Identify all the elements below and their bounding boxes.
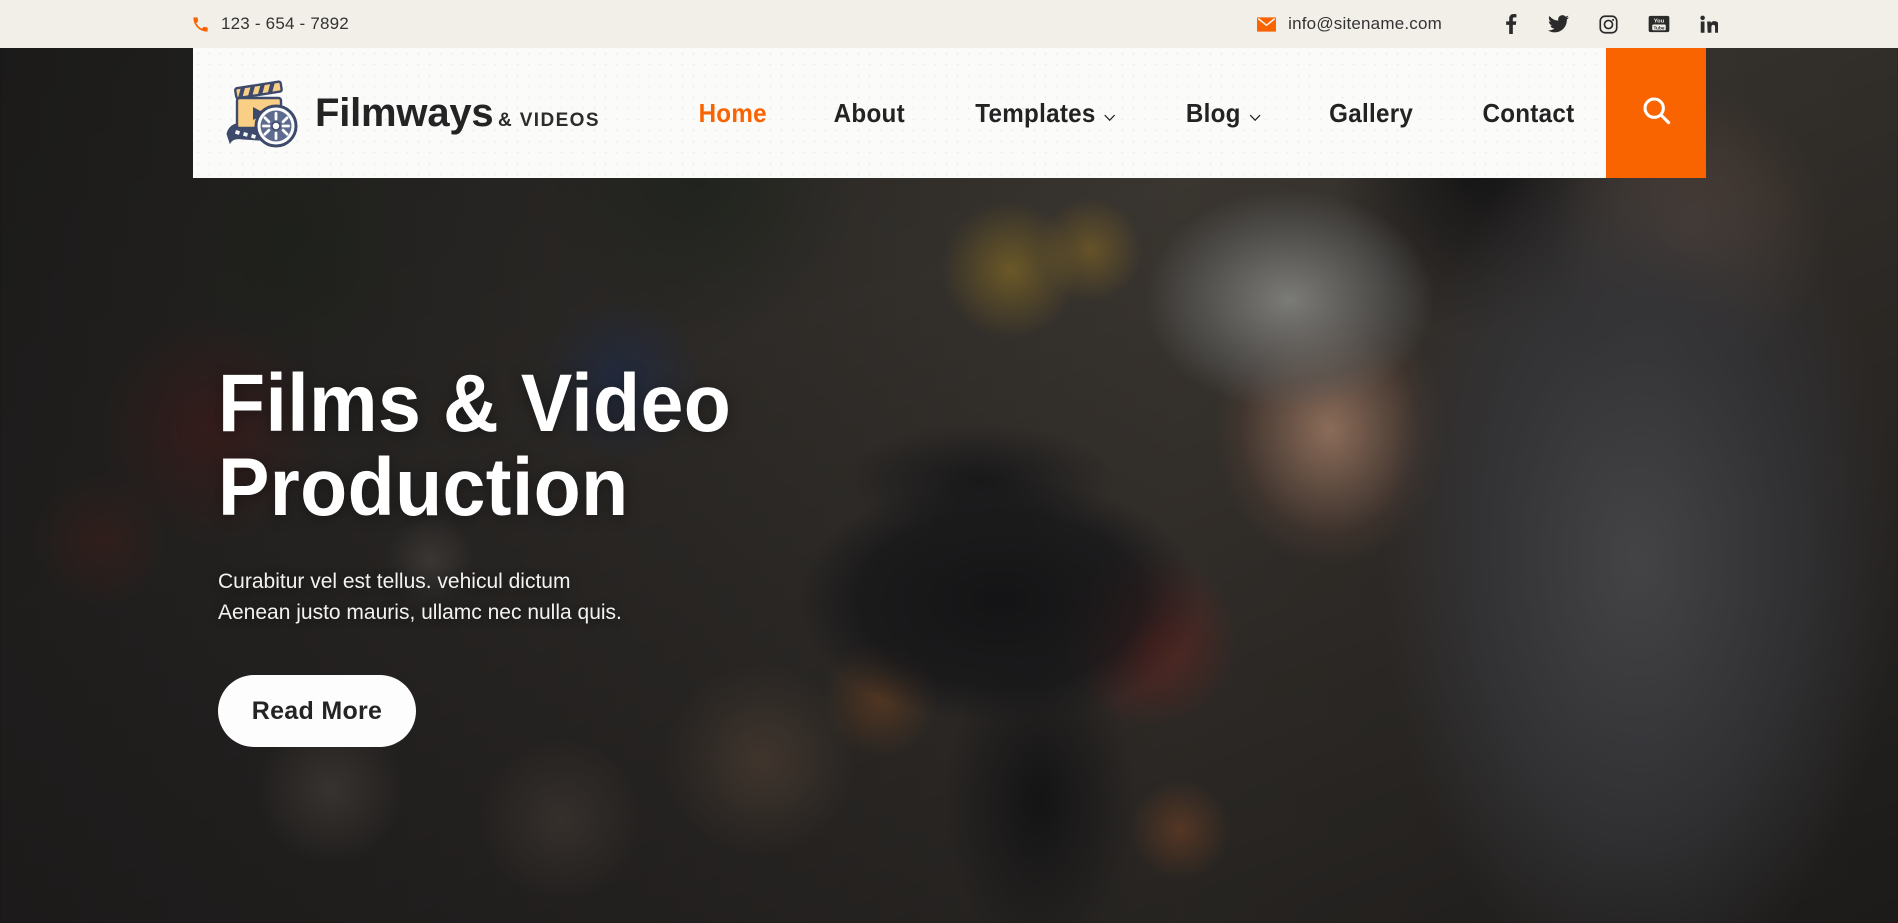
phone-contact[interactable]: 123 - 654 - 7892 (192, 14, 349, 34)
nav-item-contact[interactable]: Contact (1482, 98, 1574, 129)
phone-icon (192, 16, 209, 33)
nav-item-home[interactable]: Home (699, 98, 767, 129)
chevron-down-icon (1104, 98, 1116, 129)
linkedin-icon[interactable] (1700, 15, 1718, 34)
logo-title: Filmways (315, 91, 494, 135)
hero-subtitle-line-1: Curabitur vel est tellus. vehicul dictum (218, 570, 571, 594)
search-icon (1641, 95, 1672, 131)
svg-text:You: You (1654, 19, 1665, 25)
nav-label: Templates (975, 97, 1096, 128)
envelope-icon (1257, 16, 1277, 32)
hero-title: Films & Video Production (218, 362, 731, 529)
nav-label: About (834, 97, 906, 128)
nav-label: Contact (1482, 97, 1575, 128)
top-bar: 123 - 654 - 7892 info@sitename.com You T… (0, 0, 1898, 48)
chevron-down-icon (1249, 98, 1261, 129)
hero-content: Films & Video Production Curabitur vel e… (218, 362, 764, 748)
nav-label: Blog (1186, 97, 1242, 128)
site-header: Filmways & VIDEOS Home About Templates B… (193, 48, 1706, 178)
email-contact[interactable]: info@sitename.com (1257, 14, 1442, 34)
hero-title-line-1: Films & Video (218, 358, 732, 449)
phone-number: 123 - 654 - 7892 (221, 14, 349, 33)
hero-subtitle: Curabitur vel est tellus. vehicul dictum… (218, 567, 764, 628)
logo-subtitle: & VIDEOS (497, 110, 600, 131)
nav-item-gallery[interactable]: Gallery (1329, 98, 1413, 129)
nav-item-about[interactable]: About (834, 98, 905, 129)
svg-text:Tube: Tube (1653, 25, 1664, 31)
read-more-button[interactable]: Read More (218, 675, 416, 748)
twitter-icon[interactable] (1548, 15, 1569, 33)
facebook-icon[interactable] (1504, 14, 1518, 34)
main-navigation: Home About Templates Blog Gallery Contac… (696, 98, 1578, 129)
nav-item-blog[interactable]: Blog (1186, 98, 1261, 129)
site-logo[interactable]: Filmways & VIDEOS (219, 77, 600, 149)
youtube-icon[interactable]: You Tube (1648, 15, 1670, 33)
page-root: 123 - 654 - 7892 info@sitename.com You T… (0, 0, 1898, 923)
social-links: You Tube (1504, 14, 1718, 34)
hero-title-line-2: Production (218, 441, 629, 533)
nav-label: Gallery (1329, 97, 1414, 128)
film-clapperboard-reel-icon (219, 77, 301, 149)
nav-item-templates[interactable]: Templates (975, 98, 1116, 129)
hero-subtitle-line-2: Aenean justo mauris, ullamc nec nulla qu… (218, 600, 622, 624)
instagram-icon[interactable] (1599, 14, 1618, 34)
search-button[interactable] (1606, 48, 1706, 178)
top-bar-right: info@sitename.com You Tube (1257, 14, 1718, 34)
logo-text: Filmways & VIDEOS (315, 93, 600, 133)
nav-label: Home (698, 97, 767, 128)
email-address: info@sitename.com (1288, 14, 1442, 33)
top-bar-left: 123 - 654 - 7892 (192, 14, 349, 34)
